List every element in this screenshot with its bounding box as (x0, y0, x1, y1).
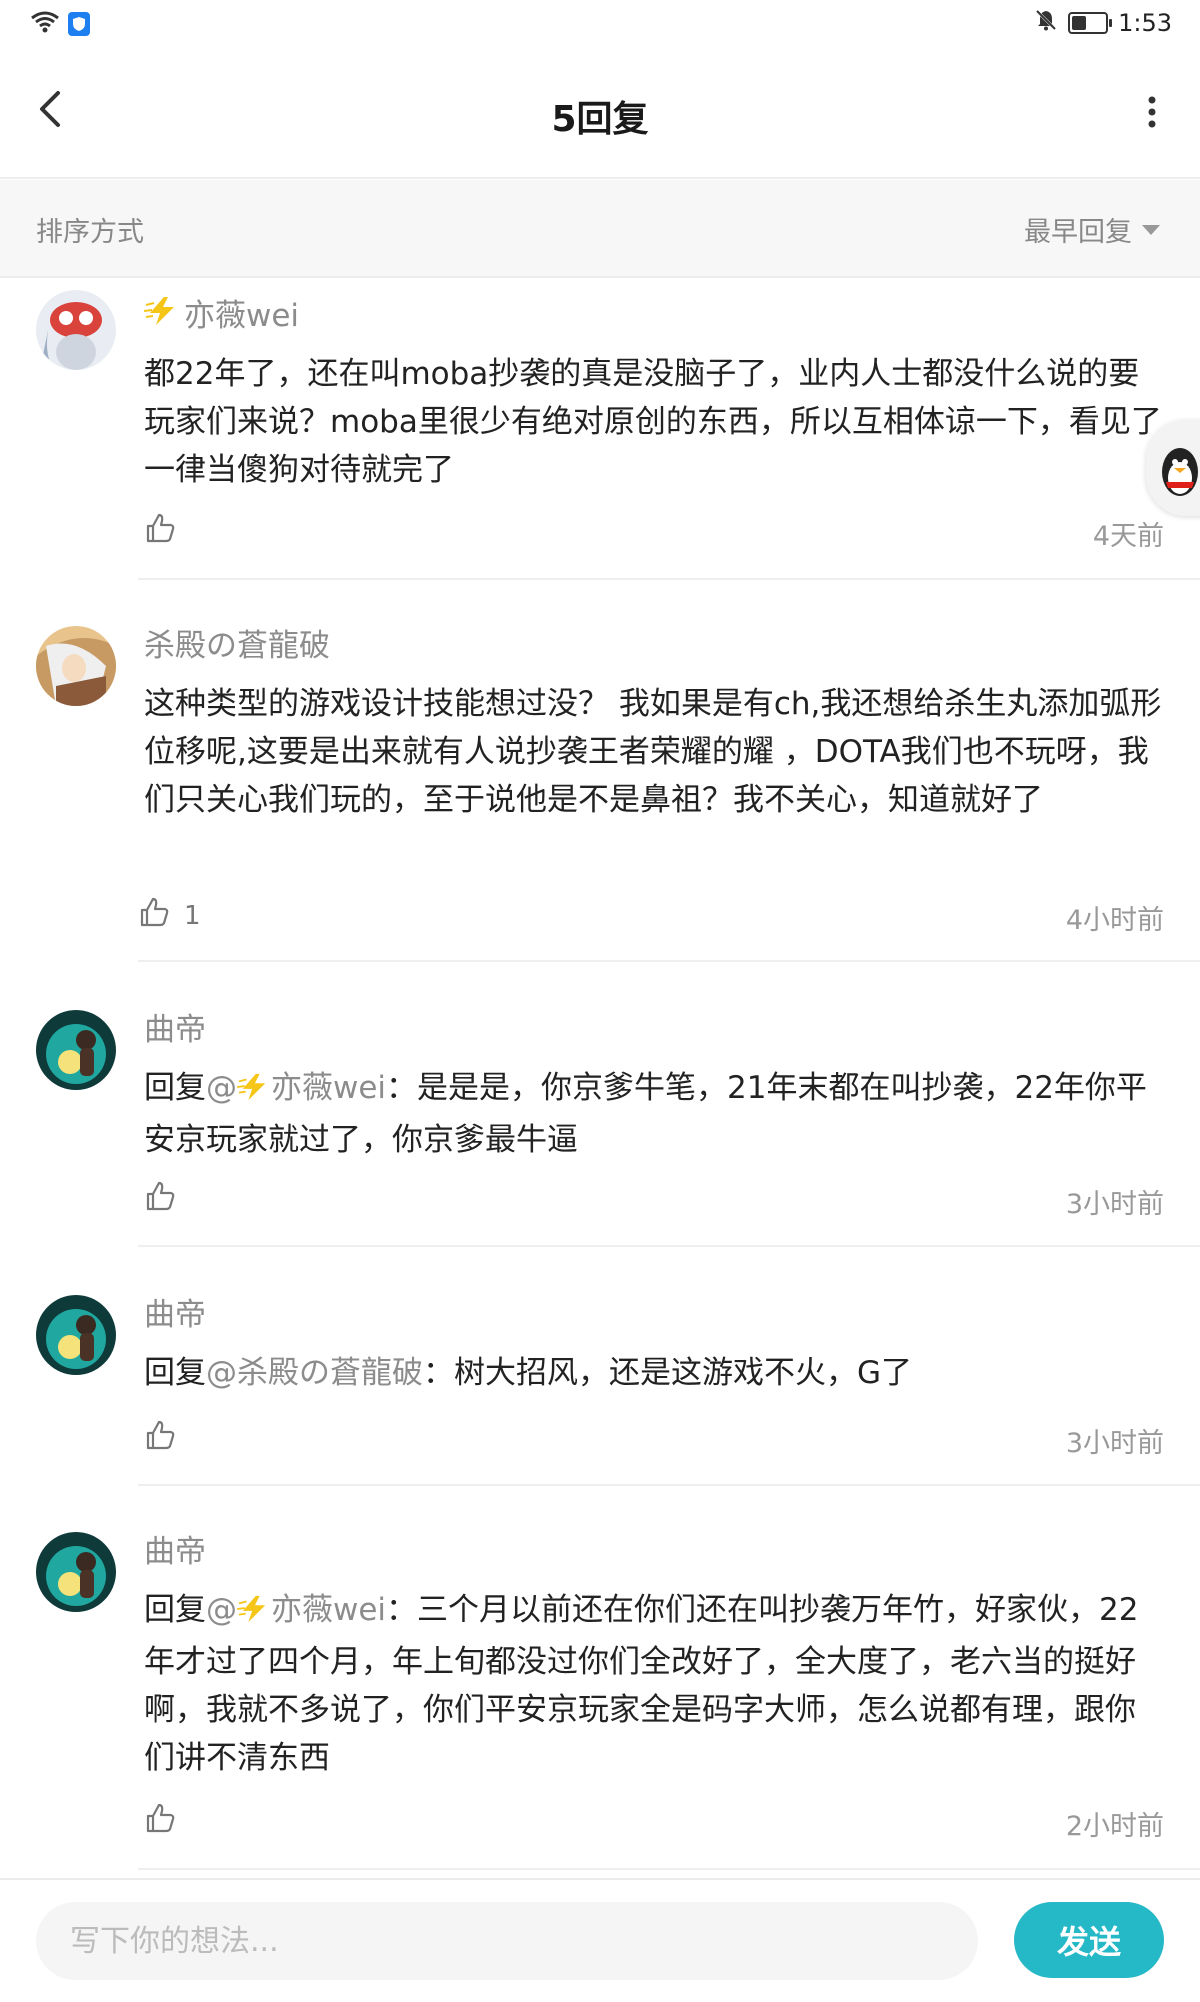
avatar[interactable] (36, 1532, 116, 1612)
comment-text: 这种类型的游戏设计技能想过没？ 我如果是有ch,我还想给杀生丸添加弧形位移呢,这… (144, 686, 1162, 818)
comment-username[interactable]: 杀殿の蒼龍破 (144, 626, 330, 666)
status-bar: 1:53 (0, 0, 1200, 52)
thumbs-up-icon (144, 512, 176, 551)
like-button[interactable] (144, 1802, 176, 1841)
clock-time: 1:53 (1118, 9, 1172, 37)
comment-username[interactable]: 曲帝 (144, 1532, 206, 1572)
thumbs-up-icon (144, 1802, 176, 1841)
like-button[interactable] (144, 1419, 176, 1458)
avatar[interactable] (36, 1010, 116, 1090)
avatar[interactable] (36, 290, 116, 370)
lightning-badge-icon (237, 1068, 271, 1116)
bell-off-icon (1034, 8, 1058, 38)
send-button[interactable]: 发送 (1014, 1902, 1164, 1978)
divider (138, 1868, 1200, 1870)
comment-text: 回复@杀殿の蒼龍破：树大招风，还是这游戏不火，G了 (144, 1349, 1164, 1397)
comment-username[interactable]: 曲帝 (144, 1295, 206, 1335)
comment-time: 3小时前 (1065, 1189, 1164, 1220)
divider (138, 1484, 1200, 1486)
mention-link[interactable]: @ 亦薇wei (206, 1592, 386, 1628)
reply-prefix: 回复 (144, 1070, 206, 1106)
thumbs-up-icon (138, 896, 170, 935)
divider (138, 1245, 1200, 1247)
mention-link[interactable]: @ 亦薇wei (206, 1070, 386, 1106)
mention-username: 亦薇wei (271, 1592, 387, 1628)
sort-selected-value: 最早回复 (1024, 217, 1132, 248)
more-vertical-icon[interactable] (1144, 92, 1160, 132)
comment-time: 3小时前 (1065, 1428, 1164, 1459)
page-title: 5回复 (551, 99, 649, 140)
lightning-badge-icon (237, 1590, 271, 1638)
like-button[interactable] (144, 512, 190, 551)
avatar[interactable] (36, 626, 116, 706)
like-count: 1 (184, 900, 201, 931)
comment-username[interactable]: 曲帝 (144, 1010, 206, 1050)
like-button[interactable]: 1 (138, 896, 201, 935)
mention-link[interactable]: @杀殿の蒼龍破 (206, 1355, 423, 1391)
comment-time: 4小时前 (1065, 905, 1164, 936)
top-nav-bar: 5回复 (0, 52, 1200, 179)
qq-penguin-icon[interactable] (1146, 420, 1200, 516)
divider (138, 960, 1200, 962)
sort-bar: 排序方式 最早回复 (0, 180, 1200, 278)
comment-time: 2小时前 (1065, 1811, 1164, 1842)
sort-dropdown[interactable]: 最早回复 (1024, 210, 1160, 249)
comment-text: 都22年了，还在叫moba抄袭的真是没脑子了，业内人士都没什么说的要玩家们来说？… (144, 356, 1162, 488)
sort-label: 排序方式 (36, 217, 144, 248)
divider (138, 578, 1200, 580)
avatar[interactable] (36, 1295, 116, 1375)
battery-icon (1068, 12, 1113, 34)
reply-prefix: 回复 (144, 1355, 206, 1391)
comment-time: 4天前 (1092, 521, 1164, 552)
like-button[interactable] (144, 1180, 176, 1219)
thumbs-up-icon (144, 1180, 176, 1219)
comment-input-bar: 发送 (0, 1878, 1200, 2002)
reply-text: ：树大招风，还是这游戏不火，G了 (423, 1355, 913, 1391)
wifi-icon (30, 10, 60, 38)
mention-username: 亦薇wei (271, 1070, 387, 1106)
thumbs-up-icon (144, 1419, 176, 1458)
comment-input[interactable] (36, 1902, 978, 1980)
shield-icon (68, 12, 90, 36)
lightning-badge-icon (143, 295, 180, 337)
comment-text: 回复@ 亦薇wei：三个月以前还在你们还在叫抄袭万年竹，好家伙，22年才过了四个月… (144, 1586, 1164, 1782)
caret-down-icon (1142, 224, 1160, 235)
comment-text: 回复@ 亦薇wei：是是是，你京爹牛笔，21年末都在叫抄袭，22年你平安京玩家就过… (144, 1064, 1164, 1164)
reply-prefix: 回复 (144, 1592, 206, 1628)
comment-username[interactable]: 亦薇wei (184, 296, 299, 336)
